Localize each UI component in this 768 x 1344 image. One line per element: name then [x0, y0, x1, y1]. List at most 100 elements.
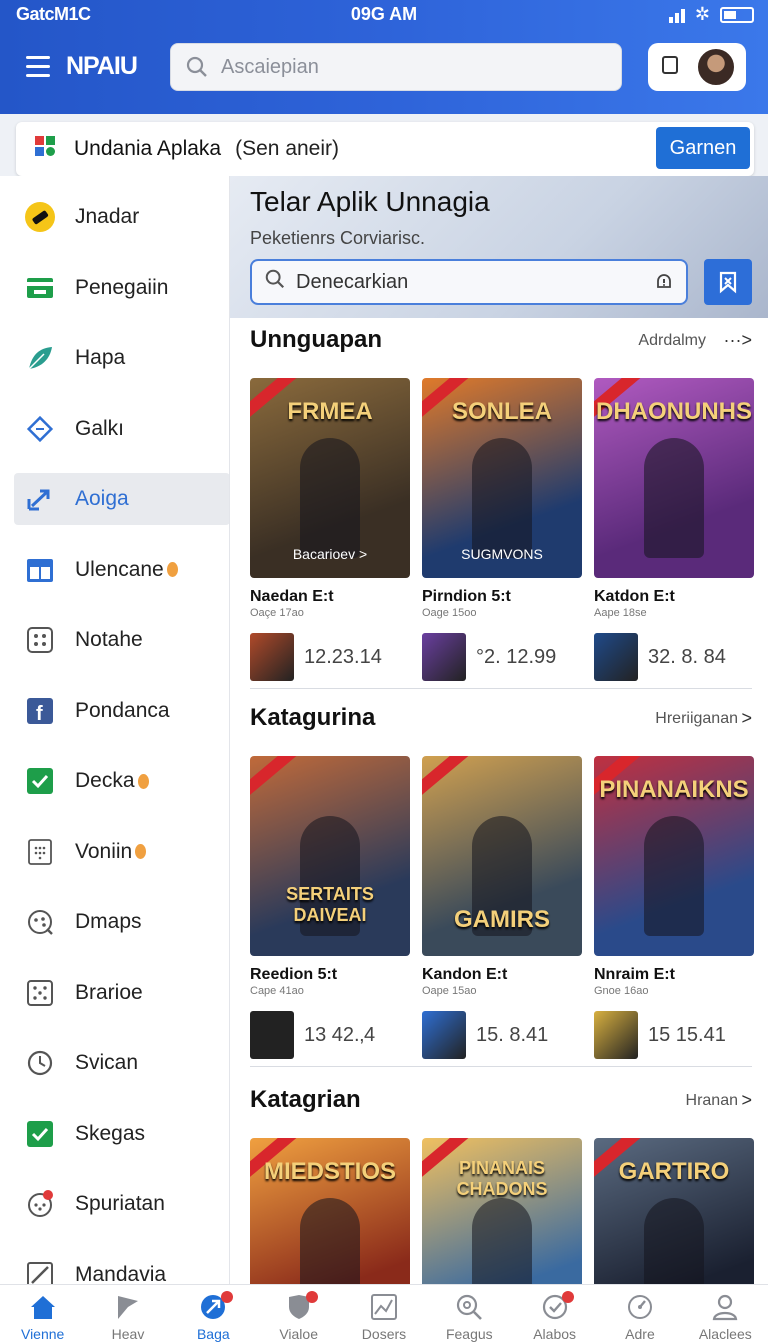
game-card[interactable]: SONLEA SUGMVONS Pirndion 5:t Oage 15oo °2. 1…: [422, 378, 582, 681]
sidebar-item-svican[interactable]: Svican: [14, 1037, 229, 1089]
notification-badge: [305, 1291, 318, 1303]
sidebar-item-hapa[interactable]: Hapa: [14, 332, 229, 384]
sidebar-item-brarioe[interactable]: Brarioe: [14, 967, 229, 1019]
section-more-chevron-icon[interactable]: ···>: [724, 330, 753, 351]
game-cover-image[interactable]: DHAONUNHS: [594, 378, 754, 578]
character-figure: [472, 438, 532, 558]
section-see-all-link[interactable]: Adrdalmy: [638, 332, 706, 350]
game-thumbnail[interactable]: [594, 633, 638, 681]
nav-item-heav[interactable]: Heav: [85, 1285, 170, 1344]
hero-search-input[interactable]: Denecarkian: [250, 259, 688, 305]
section-more-chevron-icon[interactable]: >: [741, 1090, 752, 1111]
profile-button[interactable]: [648, 43, 746, 91]
nav-item-vienne[interactable]: Vienne: [0, 1285, 85, 1344]
game-price: 12.23.14: [304, 645, 382, 668]
status-icons: ✲: [668, 4, 754, 25]
sidebar-item-label: Skegas: [75, 1121, 146, 1145]
game-thumbnail[interactable]: [422, 633, 466, 681]
game-cover-image[interactable]: SERTAITS DAIVEAI: [250, 756, 410, 956]
game-card[interactable]: FRMEA Bacarioev > Naedan E:t Oaçe 17ao 12.23…: [250, 378, 410, 681]
avatar[interactable]: [696, 47, 736, 87]
game-cover-image[interactable]: PINANAIKNS: [594, 756, 754, 956]
sidebar-item-pondanca[interactable]: f Pondanca: [14, 685, 229, 737]
sidebar-item-notahe[interactable]: Notahe: [14, 614, 229, 666]
home-icon: [28, 1292, 58, 1322]
section-see-all-link[interactable]: Hreriiganan: [655, 710, 738, 728]
game-card[interactable]: GARTIRO: [594, 1138, 754, 1284]
game-cover-image[interactable]: PINANAIS CHADONS: [422, 1138, 582, 1284]
image-icon: [369, 1292, 399, 1322]
bookmark-filter-button[interactable]: [704, 259, 752, 305]
nav-label: Baga: [196, 1326, 230, 1342]
hamburger-menu-icon[interactable]: [26, 56, 50, 78]
sidebar-item-galkı[interactable]: Galkı: [14, 403, 229, 455]
game-card[interactable]: SERTAITS DAIVEAI Reedion 5:t Cape 41ao 13 4…: [250, 756, 410, 1059]
tag-icon: [24, 413, 56, 445]
bottom-nav: Vienne Heav Baga Vialoe Dosers Feagus Alabos Ad…: [0, 1284, 768, 1344]
game-meta: Aape 18se: [594, 607, 647, 619]
notice-bar: Undania Aplaka (Sen aneir) Garnen: [16, 122, 754, 176]
nav-item-baga[interactable]: Baga: [171, 1285, 256, 1344]
game-cover-image[interactable]: SONLEA SUGMVONS: [422, 378, 582, 578]
alert-icon[interactable]: [654, 272, 674, 298]
nav-item-alaclees[interactable]: Alaclees: [683, 1285, 768, 1344]
sidebar-item-aoiga[interactable]: Aoiga: [14, 473, 229, 525]
game-thumbnail[interactable]: [594, 1011, 638, 1059]
game-cover-image[interactable]: GAMIRS: [422, 756, 582, 956]
search-placeholder: Ascaiepian: [221, 55, 319, 78]
sidebar-item-mandavia[interactable]: Mandavia: [14, 1249, 229, 1285]
character-figure: [644, 438, 704, 558]
game-card[interactable]: PINANAIKNS Nnraim E:t Gnoe 16ao 15 15.41: [594, 756, 754, 1059]
bookmark-icon[interactable]: [660, 55, 680, 80]
sidebar-item-dmaps[interactable]: Dmaps: [14, 896, 229, 948]
notification-dot: [137, 773, 149, 789]
price-row: 15. 8.41: [422, 1011, 582, 1059]
leaf-icon: [24, 342, 56, 374]
sidebar-item-spuriatan[interactable]: Spuriatan: [14, 1178, 229, 1230]
notice-action-button[interactable]: Garnen: [656, 127, 750, 169]
section-title: Katagrian: [250, 1086, 361, 1113]
app-badge-icon: [34, 135, 56, 163]
sidebar-item-jnadar[interactable]: Jnadar: [14, 191, 229, 243]
nav-label: Feagus: [445, 1326, 493, 1342]
sidebar-item-label: Galkı: [75, 416, 125, 440]
game-thumbnail[interactable]: [422, 1011, 466, 1059]
game-thumbnail[interactable]: [250, 633, 294, 681]
nav-item-alabos[interactable]: Alabos: [512, 1285, 597, 1344]
game-card[interactable]: DHAONUNHS Katdon E:t Aape 18se 32. 8. 84: [594, 378, 754, 681]
sidebar-item-decka[interactable]: Decka: [14, 755, 229, 807]
sidebar-item-voniin[interactable]: Voniin: [14, 826, 229, 878]
section-see-all-link[interactable]: Hranan: [686, 1092, 738, 1110]
nav-label: Alabos: [533, 1326, 577, 1342]
search-input[interactable]: Ascaiepian: [170, 43, 622, 91]
notification-dot: [166, 562, 178, 577]
game-cover-image[interactable]: MIEDSTIOS: [250, 1138, 410, 1284]
svg-text:f: f: [36, 703, 43, 724]
sidebar-item-penegaiin[interactable]: Penegaiin: [14, 262, 229, 314]
gauge-icon: [625, 1292, 655, 1322]
sidebar-item-ulencane[interactable]: Ulencane: [14, 544, 229, 596]
game-thumbnail[interactable]: [250, 1011, 294, 1059]
game-card[interactable]: MIEDSTIOS: [250, 1138, 410, 1284]
sidebar-item-skegas[interactable]: Skegas: [14, 1108, 229, 1160]
nav-item-dosers[interactable]: Dosers: [341, 1285, 426, 1344]
game-cover-image[interactable]: GARTIRO: [594, 1138, 754, 1284]
notice-label: Undania Aplaka: [74, 137, 222, 160]
game-card[interactable]: PINANAIS CHADONS: [422, 1138, 582, 1284]
game-name: Kandon E:t: [422, 966, 508, 983]
game-card[interactable]: GAMIRS Kandon E:t Oape 15ao 15. 8.41: [422, 756, 582, 1059]
magnifier-gear-icon: [454, 1292, 484, 1322]
nav-item-feagus[interactable]: Feagus: [427, 1285, 512, 1344]
nav-label: Heav: [111, 1326, 145, 1342]
game-name: Katdon E:t: [594, 588, 675, 605]
sidebar-item-label: Mandavia: [75, 1262, 167, 1285]
game-cover-image[interactable]: FRMEA Bacarioev >: [250, 378, 410, 578]
nav-item-vialoe[interactable]: Vialoe: [256, 1285, 341, 1344]
nav-item-adre[interactable]: Adre: [597, 1285, 682, 1344]
page-title: Telar Aplik Unnagia: [250, 186, 490, 217]
price-row: °2. 12.99: [422, 633, 582, 681]
bookmark-icon: [719, 271, 737, 294]
section-more-chevron-icon[interactable]: >: [741, 708, 752, 729]
facebook-icon: f: [24, 695, 56, 727]
signal-icon: [668, 7, 685, 23]
